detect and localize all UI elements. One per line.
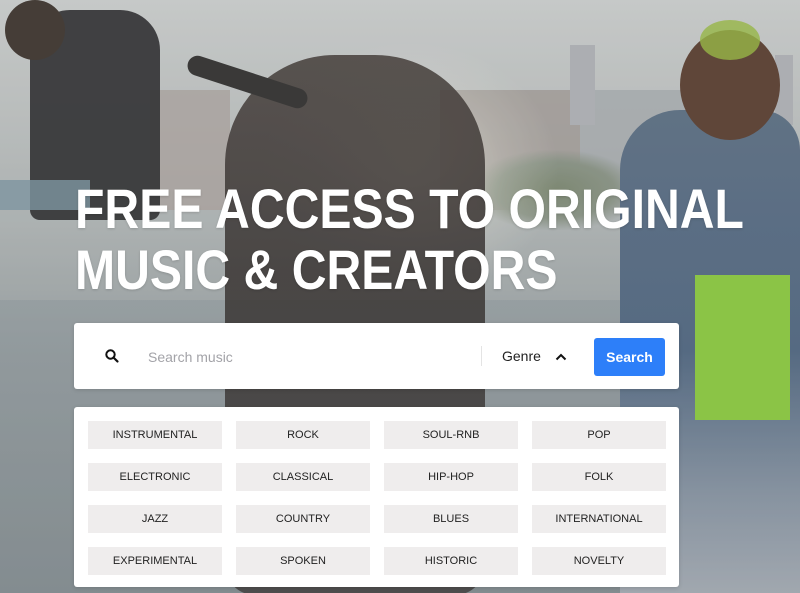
genre-option-international[interactable]: INTERNATIONAL (532, 505, 666, 533)
genre-option-blues[interactable]: BLUES (384, 505, 518, 533)
search-input[interactable] (146, 341, 470, 373)
genre-option-country[interactable]: COUNTRY (236, 505, 370, 533)
genre-option-electronic[interactable]: ELECTRONIC (88, 463, 222, 491)
genre-option-rock[interactable]: ROCK (236, 421, 370, 449)
genre-option-folk[interactable]: FOLK (532, 463, 666, 491)
genre-option-jazz[interactable]: JAZZ (88, 505, 222, 533)
search-icon (104, 348, 120, 364)
genre-option-historic[interactable]: HISTORIC (384, 547, 518, 575)
genre-grid: INSTRUMENTAL ROCK SOUL-RNB POP ELECTRONI… (88, 421, 666, 575)
genre-option-instrumental[interactable]: INSTRUMENTAL (88, 421, 222, 449)
headline-line-2: MUSIC & CREATORS (75, 238, 558, 301)
genre-option-experimental[interactable]: EXPERIMENTAL (88, 547, 222, 575)
genre-option-pop[interactable]: POP (532, 421, 666, 449)
genre-option-hip-hop[interactable]: HIP-HOP (384, 463, 518, 491)
hero-headline: FREE ACCESS TO ORIGINAL MUSIC & CREATORS (75, 178, 744, 300)
genre-option-spoken[interactable]: SPOKEN (236, 547, 370, 575)
search-button[interactable]: Search (594, 338, 665, 376)
chevron-up-icon (555, 348, 567, 364)
genre-dropdown[interactable]: Genre (502, 343, 567, 369)
search-divider (481, 346, 482, 366)
search-bar: Genre Search (74, 323, 679, 389)
headline-line-1: FREE ACCESS TO ORIGINAL (75, 177, 744, 240)
genre-option-soul-rnb[interactable]: SOUL-RNB (384, 421, 518, 449)
genre-option-classical[interactable]: CLASSICAL (236, 463, 370, 491)
genre-dropdown-label: Genre (502, 348, 541, 364)
genre-option-novelty[interactable]: NOVELTY (532, 547, 666, 575)
genre-dropdown-panel: INSTRUMENTAL ROCK SOUL-RNB POP ELECTRONI… (74, 407, 679, 587)
